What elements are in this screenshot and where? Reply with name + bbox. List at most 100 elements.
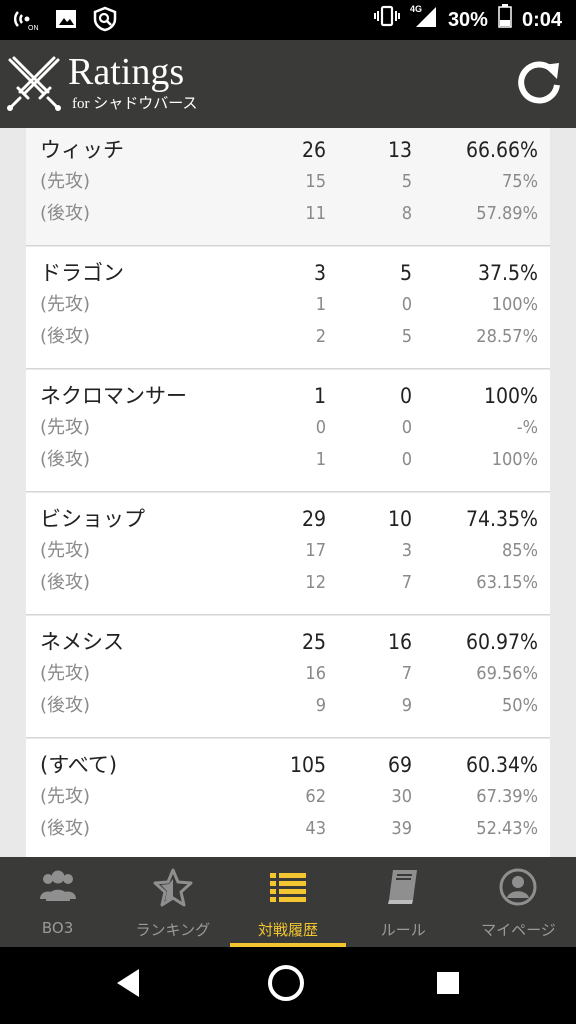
class-stat-card[interactable]: ビショップ 29 10 74.35% (先攻) 17 3 85% (後攻) 12… <box>26 493 550 615</box>
first-losses: 0 <box>401 294 412 315</box>
first-win-rate: -% <box>516 417 538 438</box>
first-turn-label: (先攻) <box>40 417 91 438</box>
star-icon <box>153 867 193 907</box>
second-turn-row: (後攻) 43 39 52.43% <box>26 813 550 845</box>
first-turn-row: (先攻) 17 3 85% <box>26 535 550 567</box>
signal-icon: 4G <box>410 3 438 37</box>
nav-label-rules: ルール <box>380 921 426 939</box>
total-row: (すべて) 105 69 60.34% <box>26 749 550 781</box>
second-turn-label: (後攻) <box>40 203 91 224</box>
refresh-icon <box>513 57 565 113</box>
first-wins: 17 <box>305 540 326 561</box>
first-win-rate: 75% <box>502 171 538 192</box>
losses: 5 <box>399 261 412 285</box>
recents-square-icon <box>434 969 462 1001</box>
status-bar: ON 4G 30% 0:04 <box>0 0 576 40</box>
first-wins: 62 <box>305 786 326 807</box>
total-row: ウィッチ 26 13 66.66% <box>26 134 550 166</box>
second-win-rate: 63.15% <box>476 572 538 593</box>
class-stat-card[interactable]: ウィッチ 26 13 66.66% (先攻) 15 5 75% (後攻) 11 … <box>26 128 550 246</box>
class-name: ネクロマンサー <box>40 384 187 408</box>
second-turn-label: (後攻) <box>40 326 91 347</box>
nav-item-rules[interactable]: ルール <box>346 857 461 947</box>
second-losses: 39 <box>391 818 412 839</box>
class-name: ドラゴン <box>40 261 124 285</box>
app-subtitle: for シャドウバース <box>72 96 198 112</box>
second-win-rate: 28.57% <box>476 326 538 347</box>
wins: 3 <box>313 261 326 285</box>
account-icon <box>498 867 538 907</box>
svg-text:ON: ON <box>28 25 39 32</box>
wins: 25 <box>301 630 326 654</box>
nav-item-mypage[interactable]: マイページ <box>461 857 576 947</box>
class-stat-card[interactable]: ネメシス 25 16 60.97% (先攻) 16 7 69.56% (後攻) … <box>26 616 550 738</box>
second-turn-row: (後攻) 9 9 50% <box>26 690 550 722</box>
network-type: 4G <box>410 4 422 14</box>
win-rate: 60.34% <box>465 753 538 777</box>
second-wins: 9 <box>315 695 326 716</box>
win-rate: 74.35% <box>465 507 538 531</box>
class-name: (すべて) <box>40 753 118 777</box>
crossed-swords-icon <box>4 54 64 114</box>
second-turn-row: (後攻) 1 0 100% <box>26 444 550 476</box>
total-row: ドラゴン 3 5 37.5% <box>26 257 550 289</box>
second-turn-label: (後攻) <box>40 695 91 716</box>
home-button[interactable] <box>266 965 306 1005</box>
people-icon <box>38 867 78 907</box>
second-turn-label: (後攻) <box>40 449 91 470</box>
first-losses: 0 <box>401 417 412 438</box>
first-losses: 3 <box>401 540 412 561</box>
first-turn-label: (先攻) <box>40 171 91 192</box>
wins: 26 <box>301 138 326 162</box>
second-wins: 11 <box>305 203 326 224</box>
class-name: ネメシス <box>40 630 124 654</box>
home-circle-icon <box>266 963 306 1007</box>
second-turn-label: (後攻) <box>40 818 91 839</box>
losses: 13 <box>387 138 412 162</box>
second-losses: 0 <box>401 449 412 470</box>
recents-button[interactable] <box>428 965 468 1005</box>
first-wins: 16 <box>305 663 326 684</box>
second-win-rate: 50% <box>502 695 538 716</box>
total-row: ビショップ 29 10 74.35% <box>26 503 550 535</box>
wins: 1 <box>313 384 326 408</box>
first-turn-label: (先攻) <box>40 663 91 684</box>
second-losses: 9 <box>401 695 412 716</box>
total-row: ネクロマンサー 1 0 100% <box>26 380 550 412</box>
nav-item-bo3[interactable]: BO3 <box>0 857 115 947</box>
class-stat-card[interactable]: ドラゴン 3 5 37.5% (先攻) 1 0 100% (後攻) 2 5 28… <box>26 247 550 369</box>
first-wins: 0 <box>315 417 326 438</box>
win-rate: 60.97% <box>465 630 538 654</box>
first-losses: 30 <box>391 786 412 807</box>
second-wins: 12 <box>305 572 326 593</box>
first-turn-label: (先攻) <box>40 786 91 807</box>
list-icon <box>268 867 308 907</box>
second-turn-row: (後攻) 12 7 63.15% <box>26 567 550 599</box>
class-stat-card[interactable]: (すべて) 105 69 60.34% (先攻) 62 30 67.39% (後… <box>26 739 550 857</box>
wins: 105 <box>289 753 326 777</box>
bottom-navigation: BO3 ランキング 対戦履歴 ルール マイページ <box>0 857 576 947</box>
first-turn-row: (先攻) 62 30 67.39% <box>26 781 550 813</box>
wins: 29 <box>301 507 326 531</box>
first-turn-row: (先攻) 16 7 69.56% <box>26 658 550 690</box>
win-rate: 100% <box>483 384 538 408</box>
class-stat-card[interactable]: ネクロマンサー 1 0 100% (先攻) 0 0 -% (後攻) 1 0 10… <box>26 370 550 492</box>
second-wins: 43 <box>305 818 326 839</box>
first-turn-row: (先攻) 15 5 75% <box>26 166 550 198</box>
first-win-rate: 85% <box>502 540 538 561</box>
second-turn-row: (後攻) 11 8 57.89% <box>26 198 550 230</box>
losses: 69 <box>387 753 412 777</box>
nav-item-ranking[interactable]: ランキング <box>115 857 230 947</box>
first-wins: 15 <box>305 171 326 192</box>
back-button[interactable] <box>108 965 148 1005</box>
first-turn-row: (先攻) 1 0 100% <box>26 289 550 321</box>
refresh-button[interactable] <box>512 58 566 112</box>
first-win-rate: 67.39% <box>476 786 538 807</box>
stats-list[interactable]: ウィッチ 26 13 66.66% (先攻) 15 5 75% (後攻) 11 … <box>0 128 576 857</box>
back-triangle-icon <box>113 967 143 1003</box>
second-win-rate: 52.43% <box>476 818 538 839</box>
nav-item-history[interactable]: 対戦履歴 <box>230 857 346 947</box>
win-rate: 66.66% <box>465 138 538 162</box>
losses: 0 <box>399 384 412 408</box>
win-rate: 37.5% <box>477 261 538 285</box>
